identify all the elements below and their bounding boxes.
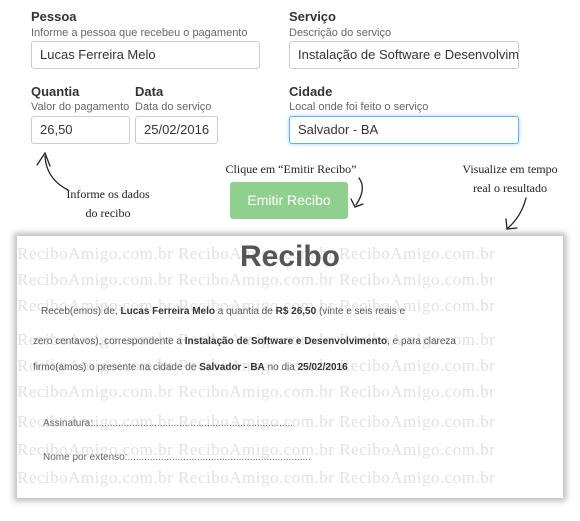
hint-center: Clique em “Emitir Recibo” — [225, 162, 357, 176]
emitir-recibo-button[interactable]: Emitir Recibo — [230, 182, 348, 219]
receipt-line-1: Receb(emos) de, Lucas Ferreira Melo a qu… — [41, 306, 406, 317]
receipt-preview: ReciboAmigo.com.br ReciboAmigo.com.br Re… — [17, 236, 563, 498]
receipt-title: Recibo — [239, 240, 341, 273]
signature-line: Assinatura:.............................… — [43, 418, 294, 429]
arrow-down-icon — [350, 177, 364, 208]
watermark-row: ReciboAmigo.com.br ReciboAmigo.com.br Re… — [17, 468, 496, 487]
name-line: Nome por extenso:.......................… — [43, 452, 311, 463]
watermark-row: ReciboAmigo.com.br ReciboAmigo.com.br Re… — [17, 382, 496, 401]
receipt-line-2: zero centavos), correspondente a Instala… — [33, 336, 456, 347]
receipt-line-3: firmo(amos) o presente na cidade de Salv… — [33, 362, 348, 373]
hint-left: Informe os dados do recibo — [66, 187, 150, 220]
hint-right: Visualize em tempo real o resultado — [462, 162, 558, 195]
arrow-down-left-icon — [505, 197, 527, 230]
